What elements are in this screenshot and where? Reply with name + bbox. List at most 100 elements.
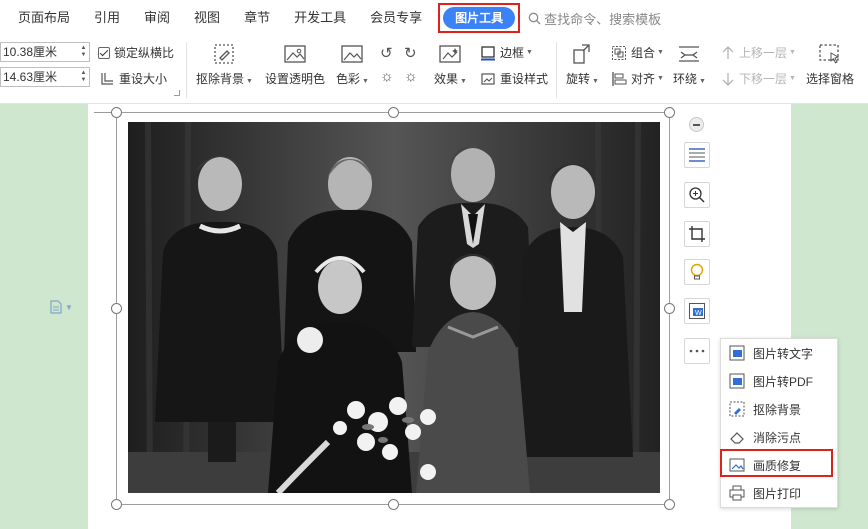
lightbulb-icon (690, 263, 704, 280)
resize-handle-top-left[interactable] (111, 107, 122, 118)
image-to-word-icon: W (689, 303, 705, 319)
rotate-label: 旋转 (566, 72, 591, 86)
menu-member[interactable]: 会员专享 (358, 0, 434, 36)
remove-background-button[interactable]: 抠除背景 ▼ (196, 42, 253, 87)
menu-item-print-image[interactable]: 图片打印 (722, 479, 836, 507)
width-input[interactable]: 10.38厘米 ▲ ▼ (0, 42, 90, 62)
reset-size-button[interactable]: 重设大小 (100, 70, 167, 87)
rotate-button[interactable]: 旋转 ▼ (566, 42, 599, 87)
height-input[interactable]: 14.63厘米 ▲ ▼ (0, 67, 90, 87)
menu-developer[interactable]: 开发工具 (282, 0, 358, 36)
menu-item-quality-repair[interactable]: 画质修复 (722, 451, 836, 479)
set-transparency-label: 设置透明色 (265, 72, 326, 86)
menu-item-remove-background[interactable]: 抠除背景 (722, 395, 836, 423)
collapse-toolbar-button[interactable] (689, 117, 704, 132)
menu-page-layout[interactable]: 页面布局 (6, 0, 82, 36)
more-tools-button[interactable] (684, 338, 710, 364)
remove-background-label: 抠除背景 (196, 72, 245, 86)
menu-item-label: 抠除背景 (753, 402, 802, 417)
color-label: 色彩 (336, 72, 361, 86)
reset-style-label: 重设样式 (500, 72, 549, 86)
transparency-icon (284, 45, 306, 63)
crop-button[interactable] (684, 221, 710, 247)
paragraph-layout-icon[interactable]: ▼ (50, 300, 73, 314)
resize-handle-bottom-left[interactable] (111, 499, 122, 510)
height-value: 14.63厘米 (3, 70, 58, 84)
image-to-pdf-icon (729, 373, 745, 389)
remove-background-icon (214, 44, 235, 64)
width-spinner[interactable]: ▲ ▼ (80, 45, 87, 59)
menu-item-label: 图片转文字 (753, 346, 814, 361)
more-tools-menu: 图片转文字 图片转PDF 抠除背景 消除污点 画质修复 图片打印 (720, 338, 838, 508)
height-spinner[interactable]: ▲ ▼ (80, 70, 87, 84)
rotate-icon (573, 44, 591, 64)
menu-picture-tools[interactable]: 图片工具 (443, 7, 516, 29)
border-button[interactable]: 边框 ▼ (480, 44, 533, 61)
reset-size-label: 重设大小 (119, 72, 168, 86)
reset-style-button[interactable]: 重设样式 (480, 70, 548, 87)
bring-forward-icon (722, 45, 734, 59)
size-dialog-launcher[interactable] (174, 90, 180, 96)
smart-suggest-button[interactable] (684, 259, 710, 285)
resize-handle-top[interactable] (388, 107, 399, 118)
menu-item-image-to-text[interactable]: 图片转文字 (722, 339, 836, 367)
text-wrap-label: 环绕 (673, 72, 698, 86)
ribbon-toolbar: 10.38厘米 ▲ ▼ 14.63厘米 ▲ ▼ 锁定纵横比 重设大小 抠除背景 ▼ 设… (0, 36, 868, 104)
align-label: 对齐 (631, 72, 656, 86)
text-wrap-icon (679, 46, 700, 62)
selection-pane-button[interactable]: 选择窗格 (806, 42, 854, 87)
reset-style-icon (481, 72, 495, 85)
resize-handle-right[interactable] (664, 303, 675, 314)
layout-options-button[interactable] (684, 142, 710, 168)
effects-label: 效果 (434, 72, 459, 86)
send-backward-button[interactable]: 下移一层 ▼ (720, 70, 796, 87)
command-search[interactable]: 查找命令、搜索模板 (528, 9, 661, 28)
family-portrait-image[interactable] (128, 122, 660, 493)
align-button[interactable]: 对齐 ▼ (611, 70, 664, 87)
lock-ratio-label: 锁定纵横比 (114, 46, 175, 60)
color-button[interactable]: 色彩 ▼ (336, 42, 369, 87)
send-backward-icon (722, 72, 734, 86)
bring-forward-button[interactable]: 上移一层 ▼ (720, 44, 796, 61)
group-button[interactable]: 组合 ▼ (611, 44, 664, 61)
menu-references[interactable]: 引用 (82, 0, 132, 36)
menu-section[interactable]: 章节 (232, 0, 282, 36)
remove-background-icon (729, 401, 745, 417)
menu-item-remove-stains[interactable]: 消除污点 (722, 423, 836, 451)
ribbon-divider (186, 42, 187, 98)
brightness-down-icon[interactable]: ☼ (404, 68, 418, 85)
search-icon (528, 12, 541, 24)
group-icon (612, 45, 626, 60)
rotate-right-icon[interactable]: ↻ (404, 44, 417, 62)
lock-ratio-checkbox[interactable]: 锁定纵横比 (98, 44, 174, 61)
resize-handle-bottom-right[interactable] (664, 499, 675, 510)
resize-handle-left[interactable] (111, 303, 122, 314)
menu-view[interactable]: 视图 (182, 0, 232, 36)
search-label: 查找命令、搜索模板 (544, 11, 662, 27)
border-icon (481, 45, 495, 60)
eraser-icon (729, 429, 745, 445)
set-transparency-button[interactable]: 设置透明色 (265, 42, 325, 87)
zoom-in-icon (689, 187, 705, 203)
more-icon (689, 349, 705, 353)
image-to-word-button[interactable]: W (684, 298, 710, 324)
text-wrap-button[interactable]: 环绕 ▼ (673, 42, 706, 87)
border-label: 边框 (500, 46, 525, 60)
align-icon (612, 71, 627, 86)
effects-button[interactable]: 效果 ▼ (434, 42, 467, 87)
photo-content (128, 122, 660, 493)
resize-handle-top-right[interactable] (664, 107, 675, 118)
crop-icon (689, 226, 705, 242)
zoom-image-button[interactable] (684, 182, 710, 208)
menu-picture-tools-highlight: 图片工具 (438, 3, 521, 33)
color-icon (341, 45, 364, 63)
menu-item-image-to-pdf[interactable]: 图片转PDF (722, 367, 836, 395)
rotate-left-icon[interactable]: ↺ (380, 44, 393, 62)
menu-item-label: 消除污点 (753, 430, 802, 445)
menu-review[interactable]: 审阅 (132, 0, 182, 36)
selection-pane-label: 选择窗格 (806, 72, 855, 86)
brightness-up-icon[interactable]: ☼ (380, 68, 394, 85)
ribbon-divider (556, 42, 557, 98)
send-backward-label: 下移一层 (739, 72, 788, 86)
resize-handle-bottom[interactable] (388, 499, 399, 510)
